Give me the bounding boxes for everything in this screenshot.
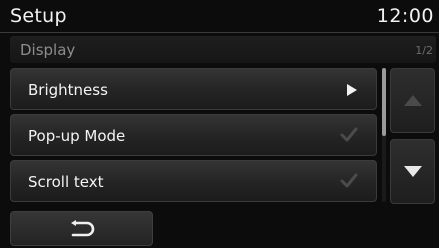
arrow-right-icon	[347, 84, 357, 96]
menu-item-label: Pop-up Mode	[28, 127, 126, 145]
clock: 12:00	[376, 5, 434, 27]
scrollbar-thumb[interactable]	[382, 68, 386, 136]
checkmark-icon[interactable]	[340, 172, 358, 190]
arrow-up-icon	[404, 95, 422, 106]
menu-item-label: Brightness	[28, 81, 108, 99]
checkmark-icon[interactable]	[340, 126, 358, 144]
page-indicator: 1/2	[415, 44, 433, 57]
arrow-down-icon	[404, 166, 422, 177]
back-arrow-icon	[71, 220, 95, 237]
page-title: Setup	[10, 5, 67, 27]
section-title: Display	[20, 41, 76, 59]
menu-item-label: Scroll text	[28, 173, 104, 191]
header-divider	[0, 32, 439, 33]
